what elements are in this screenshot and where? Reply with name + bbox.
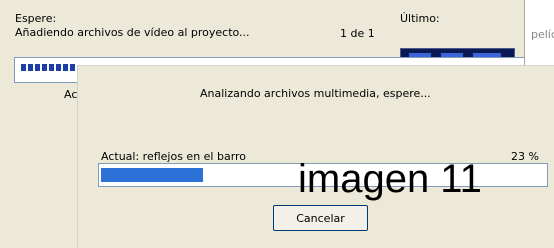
- watermark-caption: imagen 11: [298, 157, 482, 201]
- cancel-button[interactable]: Cancelar: [273, 205, 368, 231]
- current-file-label: Actual: reflejos en el barro: [101, 150, 247, 163]
- right-partial-text: pelíc: [531, 28, 554, 41]
- background-partial-label: Ac: [64, 88, 78, 101]
- wait-label: Espere:: [15, 12, 57, 25]
- adding-files-text: Añadiendo archivos de vídeo al proyecto.…: [15, 26, 250, 39]
- analyzing-message: Analizando archivos multimedia, espere..…: [200, 87, 431, 100]
- file-counter: 1 de 1: [340, 27, 375, 40]
- last-label: Último:: [400, 12, 440, 25]
- progress-percent: 23 %: [511, 150, 539, 163]
- progress-fill: [101, 168, 203, 182]
